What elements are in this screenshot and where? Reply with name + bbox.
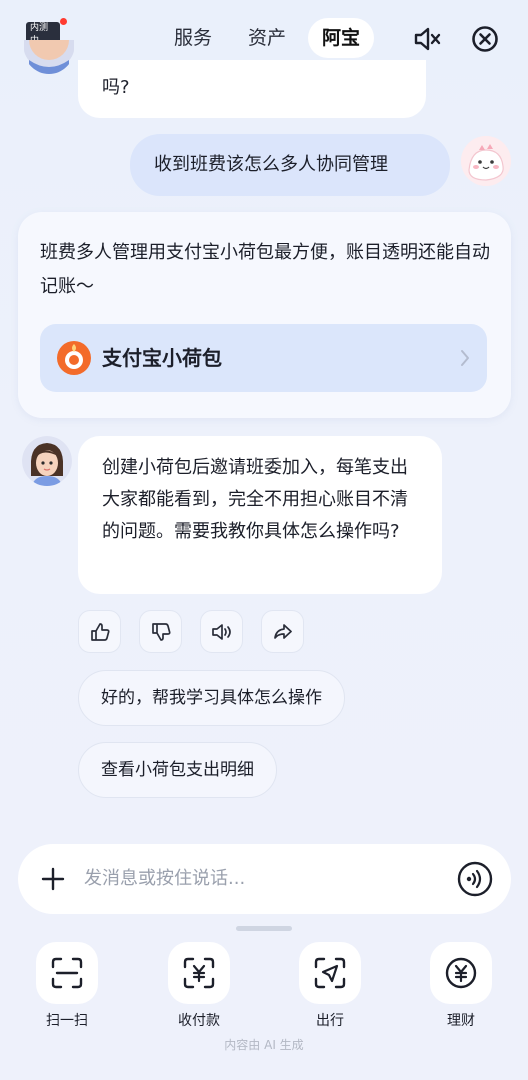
speaker-mute-icon[interactable] <box>412 24 442 54</box>
scan-icon <box>51 957 83 989</box>
yuan-icon <box>445 957 477 989</box>
close-circle-icon[interactable] <box>470 24 500 54</box>
ai-message-bubble: 创建小荷包后邀请班委加入，每笔支出大家都能看到，完全不用担心账目不清的问题。需要… <box>78 436 442 594</box>
shortcut-payment[interactable]: 收付款 <box>167 942 231 1030</box>
plus-icon[interactable] <box>40 866 66 892</box>
xiaohebao-logo-icon <box>57 341 91 375</box>
payment-code-icon <box>183 957 215 989</box>
speaker-icon <box>211 623 231 640</box>
navigation-icon <box>314 957 346 989</box>
shortcut-label: 理财 <box>447 1013 475 1029</box>
shortcut-label: 出行 <box>316 1013 344 1029</box>
drawer-handle[interactable] <box>236 926 292 931</box>
tab-abao[interactable]: 阿宝 <box>308 18 375 58</box>
message-input-placeholder[interactable]: 发消息或按住说话... <box>84 844 245 914</box>
notification-dot <box>60 18 67 25</box>
tab-assets[interactable]: 资产 <box>234 18 300 58</box>
tab-bar: 服务 资产 阿宝 <box>160 18 375 58</box>
ai-disclaimer: 内容由 AI 生成 <box>224 1038 304 1052</box>
recommendation-card: 班费多人管理用支付宝小荷包最方便，账目透明还能自动记账～ 支付宝小荷包 <box>18 212 511 418</box>
user-message-text: 收到班费该怎么多人协同管理 <box>154 154 388 175</box>
dislike-button[interactable] <box>139 610 182 653</box>
shortcut-scan[interactable]: 扫一扫 <box>35 942 99 1030</box>
ai-message-bubble: 吗? <box>78 60 426 118</box>
ai-message-text: 吗? <box>102 77 130 98</box>
message-actions <box>78 610 304 653</box>
ai-message-text: 创建小荷包后邀请班委加入，每笔支出大家都能看到，完全不用担心账目不清的问题。需要… <box>102 457 408 542</box>
read-aloud-button[interactable] <box>200 610 243 653</box>
share-icon <box>273 623 292 639</box>
user-avatar[interactable] <box>461 136 511 186</box>
suggestion-chip[interactable]: 好的，帮我学习具体怎么操作 <box>78 670 345 726</box>
chevron-right-icon <box>461 350 469 366</box>
tab-service[interactable]: 服务 <box>160 18 226 58</box>
shortcut-label: 扫一扫 <box>46 1013 88 1029</box>
message-input-bar[interactable]: 发消息或按住说话... <box>18 844 511 914</box>
shortcut-label: 收付款 <box>178 1013 220 1029</box>
share-button[interactable] <box>261 610 304 653</box>
shortcut-travel[interactable]: 出行 <box>298 942 362 1030</box>
suggestion-chip[interactable]: 查看小荷包支出明细 <box>78 742 277 798</box>
user-message-bubble: 收到班费该怎么多人协同管理 <box>130 134 450 196</box>
thumbs-down-icon <box>151 622 171 641</box>
thumbs-up-icon <box>90 622 110 641</box>
card-link-label: 支付宝小荷包 <box>102 346 222 370</box>
assistant-avatar <box>22 436 72 486</box>
like-button[interactable] <box>78 610 121 653</box>
shortcut-finance[interactable]: 理财 <box>429 942 493 1030</box>
xiaohebao-link-button[interactable]: 支付宝小荷包 <box>40 324 487 392</box>
card-text: 班费多人管理用支付宝小荷包最方便，账目透明还能自动记账～ <box>40 242 490 297</box>
voice-input-icon[interactable] <box>457 861 493 897</box>
